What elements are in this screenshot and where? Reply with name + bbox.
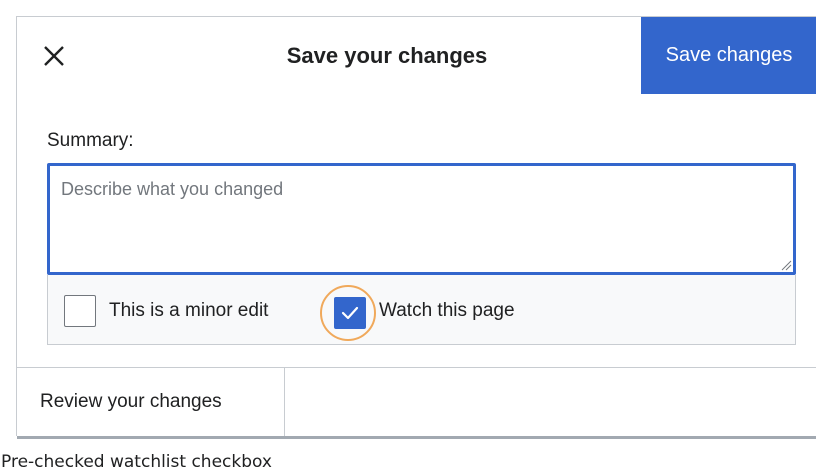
summary-field-frame [47,163,796,275]
minor-edit-label[interactable]: This is a minor edit [109,299,268,323]
checkmark-icon [341,306,359,320]
resize-grip-icon[interactable] [780,259,792,271]
watch-page-label[interactable]: Watch this page [379,299,515,323]
summary-input[interactable] [61,179,781,259]
image-caption: Pre-checked watchlist checkbox [1,452,272,472]
dialog-header: Save your changes Save changes [17,17,816,94]
close-button[interactable] [39,41,69,71]
review-changes-button[interactable]: Review your changes [17,368,285,436]
save-dialog: Save your changes Save changes Summary: … [16,16,816,439]
summary-label: Summary: [47,130,134,151]
save-changes-button[interactable]: Save changes [641,17,816,94]
minor-edit-checkbox[interactable] [64,295,96,327]
dialog-bottom-rule [17,436,816,439]
dialog-title: Save your changes [286,43,488,68]
watch-page-checkbox[interactable] [334,297,366,329]
close-icon [44,46,64,66]
edit-options-bar: This is a minor edit Watch this page [47,275,796,345]
